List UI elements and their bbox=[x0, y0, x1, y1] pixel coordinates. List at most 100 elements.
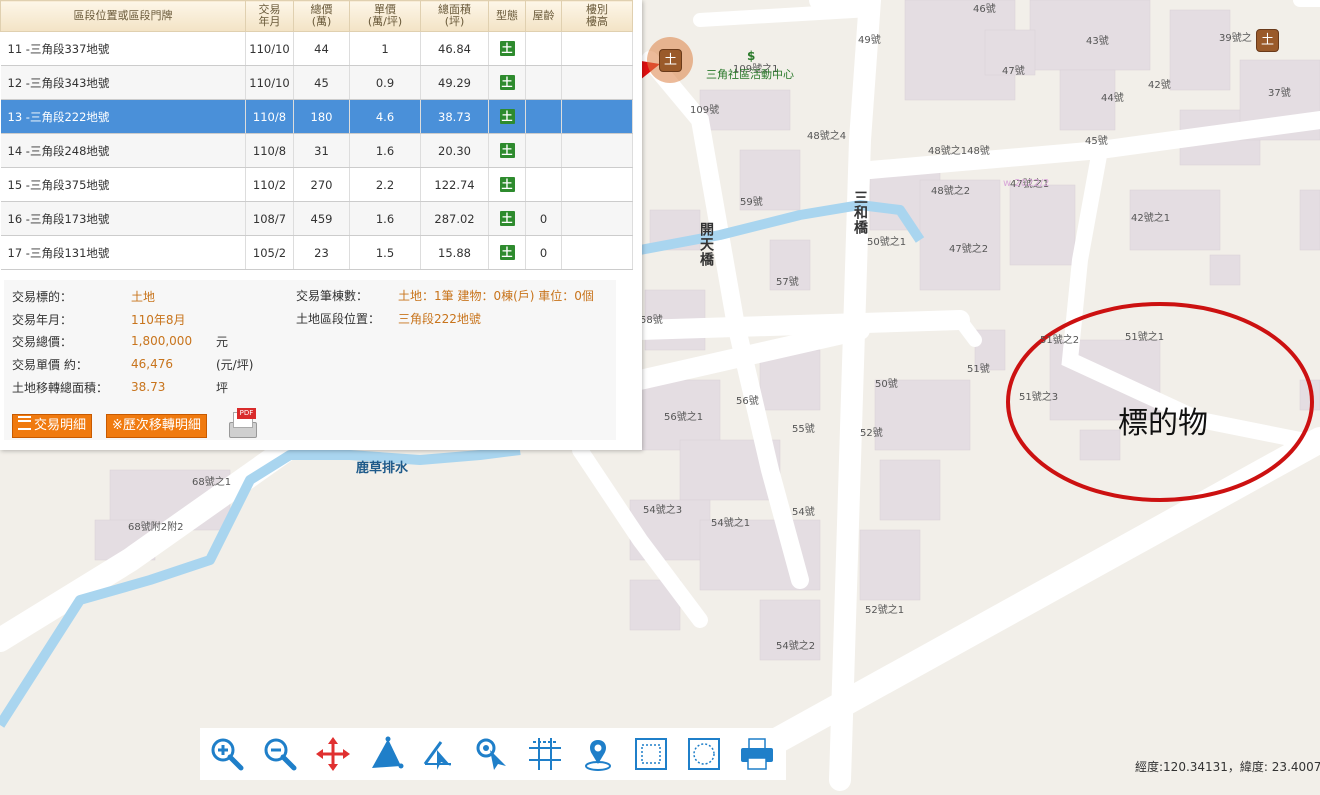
address-label: 58號 bbox=[640, 315, 663, 326]
cell-area: 46.84 bbox=[420, 31, 489, 66]
cell-date: 105/2 bbox=[245, 235, 294, 270]
cell-age bbox=[525, 167, 562, 202]
cell-total-price: 459 bbox=[293, 201, 350, 236]
list-icon bbox=[18, 416, 31, 430]
address-label: 56號之1 bbox=[664, 412, 704, 423]
cell-address: 14 -三角段248地號 bbox=[0, 133, 246, 168]
zoom-out-icon[interactable] bbox=[253, 729, 306, 779]
cell-total-price: 31 bbox=[293, 133, 350, 168]
print-icon[interactable] bbox=[730, 729, 783, 779]
cell-address: 16 -三角段173地號 bbox=[0, 201, 246, 236]
cell-floor bbox=[561, 235, 633, 270]
cell-type: 土 bbox=[488, 235, 526, 270]
target-label: 標的物 bbox=[1118, 406, 1208, 441]
address-label: 54號 bbox=[792, 507, 815, 518]
select-point-icon[interactable] bbox=[465, 729, 518, 779]
cell-type: 土 bbox=[488, 31, 526, 66]
detail-label: 交易單價 約： bbox=[12, 358, 88, 372]
address-label: 50號之1 bbox=[867, 237, 907, 248]
pan-icon[interactable] bbox=[306, 729, 359, 779]
address-label: 68號之1 bbox=[192, 477, 232, 488]
address-label: 54號之3 bbox=[643, 505, 683, 516]
row-number: 16 bbox=[7, 211, 23, 226]
detail-value: 土地：1筆 建物：0棟(戶) 車位：0個 bbox=[398, 289, 594, 303]
address-label: 51號之1 bbox=[1125, 332, 1165, 343]
column-header: 總面積 (坪) bbox=[420, 0, 489, 32]
cell-area: 15.88 bbox=[420, 235, 489, 270]
address-label: 54號之1 bbox=[711, 518, 751, 529]
measure-distance-icon[interactable] bbox=[412, 729, 465, 779]
transaction-row[interactable]: 11 -三角段337地號 110/10 44 1 46.84 土 bbox=[0, 31, 633, 66]
address-label: 51號 bbox=[967, 364, 990, 375]
cell-unit-price: 2.2 bbox=[349, 167, 421, 202]
column-header: 樓別 樓高 bbox=[561, 0, 633, 32]
transaction-row[interactable]: 14 -三角段248地號 110/8 31 1.6 20.30 土 bbox=[0, 133, 633, 168]
address-label: 42號之1 bbox=[1131, 213, 1171, 224]
road-label-sanhe: 三和橋 bbox=[852, 190, 868, 235]
cell-type: 土 bbox=[488, 99, 526, 134]
cell-address: 17 -三角段131地號 bbox=[0, 235, 246, 270]
cell-type: 土 bbox=[488, 133, 526, 168]
cell-address: 13 -三角段222地號 bbox=[0, 99, 246, 134]
cell-date: 110/8 bbox=[245, 99, 294, 134]
cell-total-price: 45 bbox=[293, 65, 350, 100]
cell-total-price: 180 bbox=[293, 99, 350, 134]
cell-address: 11 -三角段337地號 bbox=[0, 31, 246, 66]
row-number: 17 bbox=[7, 245, 23, 260]
cell-age bbox=[525, 65, 562, 100]
address-label: 46號 bbox=[973, 4, 996, 15]
locate-icon[interactable] bbox=[571, 729, 624, 779]
cell-address: 15 -三角段375地號 bbox=[0, 167, 246, 202]
address-label: 48號之2 bbox=[931, 186, 971, 197]
land-type-icon: 土 bbox=[499, 211, 515, 226]
map-toolbar bbox=[200, 728, 786, 780]
cell-date: 110/10 bbox=[245, 65, 294, 100]
row-number: 15 bbox=[7, 177, 23, 192]
cell-age: 0 bbox=[525, 201, 562, 236]
address-label: 55號 bbox=[792, 424, 815, 435]
address-label: 59號 bbox=[740, 197, 763, 208]
cell-date: 110/10 bbox=[245, 31, 294, 66]
land-type-icon: 土 bbox=[499, 75, 515, 90]
transaction-row[interactable]: 16 -三角段173地號 108/7 459 1.6 287.02 土 0 bbox=[0, 201, 633, 236]
transaction-panel: 區段位置或區段門牌 交易 年月 總價 (萬) 單價 (萬/坪) 總面積 (坪) 型態 屋齡樓… bbox=[0, 0, 642, 450]
address-label: 48號之148號 bbox=[928, 146, 990, 157]
land-type-icon: 土 bbox=[499, 245, 515, 260]
pdf-print-icon[interactable]: PDF bbox=[226, 408, 258, 440]
cell-unit-price: 4.6 bbox=[349, 99, 421, 134]
cell-total-price: 270 bbox=[293, 167, 350, 202]
address-label: 68號附2附2 bbox=[128, 522, 184, 533]
cell-unit-price: 1.5 bbox=[349, 235, 421, 270]
transfer-history-button[interactable]: ※歷次移轉明細 bbox=[106, 414, 207, 438]
zoom-in-icon[interactable] bbox=[200, 729, 253, 779]
column-header: 交易 年月 bbox=[245, 0, 294, 32]
address-text: 三角段375地號 bbox=[29, 177, 110, 192]
land-type-icon: 土 bbox=[499, 177, 515, 192]
transaction-row[interactable]: 17 -三角段131地號 105/2 23 1.5 15.88 土 0 bbox=[0, 235, 633, 270]
column-header: 屋齡 bbox=[525, 0, 562, 32]
cell-area: 122.74 bbox=[420, 167, 489, 202]
cell-unit-price: 0.9 bbox=[349, 65, 421, 100]
detail-label: 交易筆棟數： bbox=[296, 289, 369, 303]
cell-age bbox=[525, 31, 562, 66]
cell-age: 0 bbox=[525, 235, 562, 270]
detail-value: 38.73 bbox=[131, 380, 166, 394]
land-marker-icon[interactable]: 土 bbox=[659, 49, 682, 72]
detail-label: 交易年月： bbox=[12, 313, 73, 327]
transaction-row[interactable]: 13 -三角段222地號 110/8 180 4.6 38.73 土 bbox=[0, 99, 633, 134]
selected-marker-halo[interactable]: 土 bbox=[647, 37, 693, 83]
select-circle-icon[interactable] bbox=[677, 729, 730, 779]
address-label: 52號之1 bbox=[865, 605, 905, 616]
transaction-row[interactable]: 12 -三角段343地號 110/10 45 0.9 49.29 土 bbox=[0, 65, 633, 100]
grid-icon[interactable] bbox=[518, 729, 571, 779]
address-label: 49號 bbox=[858, 35, 881, 46]
land-marker-icon[interactable]: 土 bbox=[1256, 29, 1279, 52]
detail-unit: (元/坪) bbox=[216, 358, 254, 372]
cell-age bbox=[525, 99, 562, 134]
measure-area-icon[interactable] bbox=[359, 729, 412, 779]
transaction-row[interactable]: 15 -三角段375地號 110/2 270 2.2 122.74 土 bbox=[0, 167, 633, 202]
cell-area: 20.30 bbox=[420, 133, 489, 168]
transaction-detail-button[interactable]: 交易明細 bbox=[12, 414, 93, 438]
address-label: 45號 bbox=[1085, 136, 1108, 147]
select-rect-icon[interactable] bbox=[624, 729, 677, 779]
